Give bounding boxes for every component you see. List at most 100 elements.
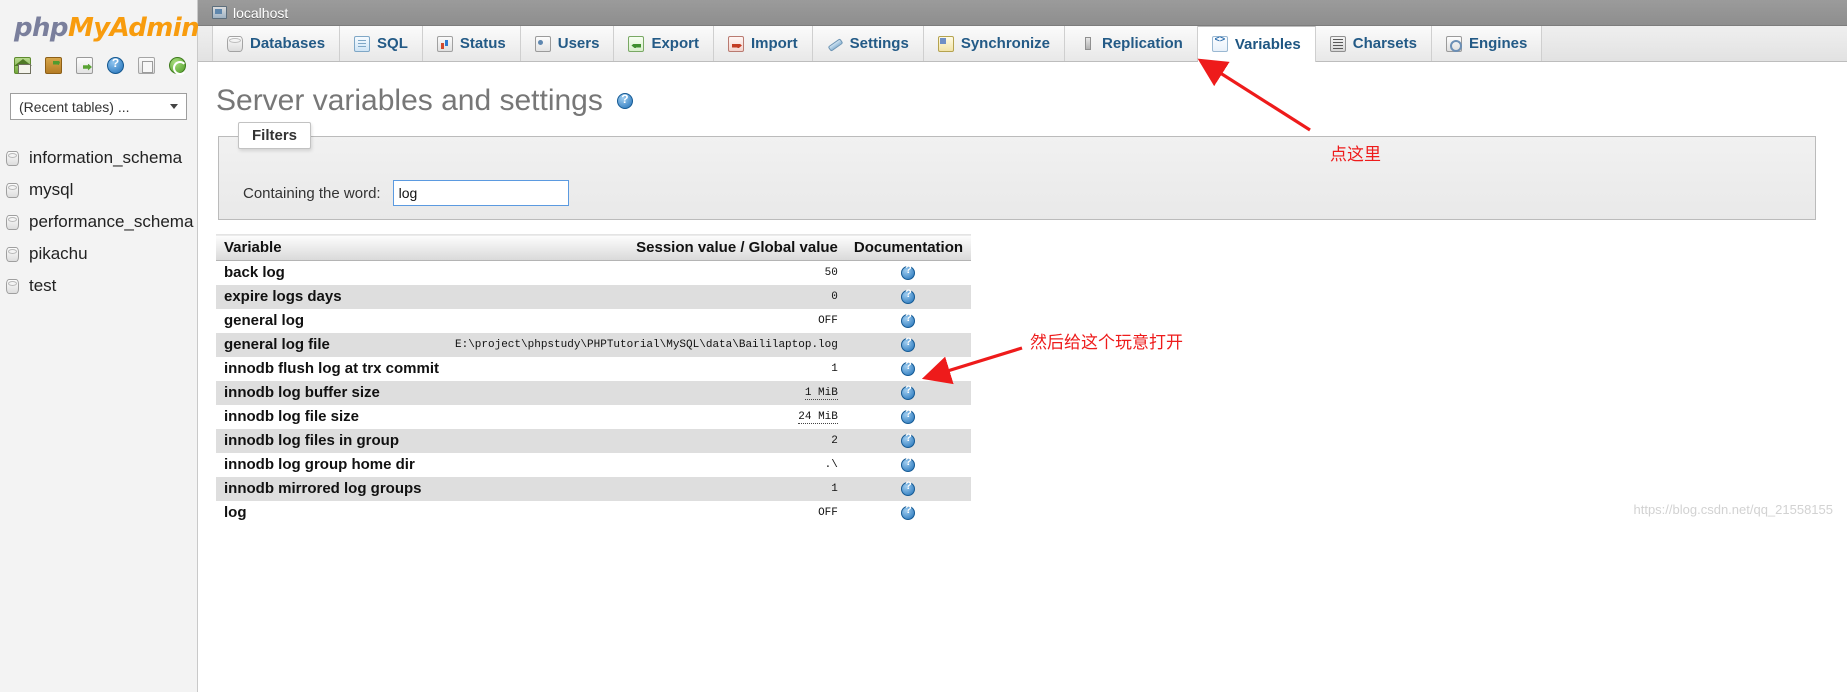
- help-icon[interactable]: [107, 56, 124, 74]
- column-header-documentation[interactable]: Documentation: [845, 234, 972, 261]
- table-row[interactable]: innodb log files in group 2: [216, 428, 972, 453]
- tab-label: Users: [557, 35, 600, 52]
- doc-help-icon[interactable]: [901, 288, 916, 305]
- table-row[interactable]: innodb flush log at trx commit 1: [216, 356, 972, 381]
- help-icon[interactable]: [616, 92, 633, 109]
- export-icon: [628, 35, 645, 52]
- variable-value: 24 MiB: [447, 404, 846, 429]
- documentation-cell: [845, 356, 972, 381]
- doc-help-icon[interactable]: [901, 408, 916, 425]
- documentation-cell: [845, 428, 972, 453]
- tab-label: Export: [651, 35, 699, 52]
- tab-export[interactable]: Export: [614, 26, 714, 61]
- phpmyadmin-window: phpMyAdmin (Recent tables) ... informati…: [0, 0, 1847, 692]
- table-row[interactable]: innodb log group home dir .\: [216, 452, 972, 477]
- documentation-cell: [845, 332, 972, 357]
- containing-word-label: Containing the word:: [243, 184, 381, 202]
- server-bar: localhost: [198, 0, 1847, 26]
- sidebar-icon-bar: [14, 55, 197, 75]
- home-icon[interactable]: [14, 56, 32, 74]
- variable-name: innodb log group home dir: [216, 452, 447, 477]
- chevron-down-icon: [170, 104, 178, 109]
- containing-word-input[interactable]: [392, 180, 569, 206]
- doc-help-icon[interactable]: [901, 456, 916, 473]
- variable-value: 1: [447, 476, 846, 501]
- variable-name: general log file: [216, 332, 447, 357]
- documentation-cell: [845, 476, 972, 501]
- column-header-value[interactable]: Session value / Global value: [447, 234, 846, 261]
- tab-status[interactable]: Status: [422, 26, 521, 61]
- tab-label: Status: [459, 35, 506, 52]
- table-header-row: Variable Session value / Global value Do…: [216, 234, 972, 261]
- page-title-text: Server variables and settings: [216, 84, 603, 117]
- variable-value-link[interactable]: 1 MiB: [804, 386, 838, 400]
- doc-help-icon[interactable]: [901, 432, 916, 449]
- tab-label: Databases: [250, 35, 326, 52]
- variable-name: expire logs days: [216, 284, 447, 309]
- main-tab-bar: Databases SQL Status Users Export Import: [198, 26, 1847, 62]
- list-item[interactable]: information_schema: [0, 142, 197, 174]
- tab-label: Variables: [1234, 35, 1301, 53]
- variable-value-link[interactable]: 24 MiB: [798, 410, 838, 424]
- database-icon: [6, 182, 19, 198]
- tab-settings[interactable]: Settings: [812, 26, 924, 61]
- logout-icon[interactable]: [45, 56, 62, 74]
- reload-icon[interactable]: [169, 56, 187, 75]
- list-item[interactable]: test: [0, 270, 197, 302]
- variable-value: 2: [447, 428, 846, 453]
- annotation-note-2: 然后给这个玩意打开: [1030, 333, 1183, 353]
- tab-import[interactable]: Import: [713, 26, 813, 61]
- server-icon: [212, 6, 227, 19]
- content-area: Server variables and settings Filters Co…: [198, 84, 1847, 525]
- status-icon: [436, 35, 453, 52]
- table-row[interactable]: back log 50: [216, 260, 972, 285]
- engines-icon: [1445, 35, 1462, 52]
- doc-help-icon[interactable]: [901, 504, 916, 521]
- filters-fieldset: Filters Containing the word:: [218, 122, 1847, 220]
- doc-help-icon[interactable]: [901, 360, 916, 377]
- server-variables-table: Variable Session value / Global value Do…: [216, 234, 972, 525]
- variable-value: .\: [447, 452, 846, 477]
- export-doc-icon[interactable]: [76, 56, 93, 74]
- documentation-cell: [845, 284, 972, 309]
- tab-sql[interactable]: SQL: [340, 26, 423, 61]
- list-item[interactable]: performance_schema: [0, 206, 197, 238]
- table-row[interactable]: innodb log file size 24 MiB: [216, 404, 972, 429]
- tab-synchronize[interactable]: Synchronize: [923, 26, 1065, 61]
- recent-tables-select[interactable]: (Recent tables) ...: [10, 93, 187, 120]
- documentation-cell: [845, 404, 972, 429]
- server-label: localhost: [233, 4, 289, 21]
- documentation-cell: [845, 452, 972, 477]
- column-header-variable[interactable]: Variable: [216, 234, 447, 261]
- table-row[interactable]: general log OFF: [216, 308, 972, 333]
- annotation-note-1: 点这里: [1330, 145, 1381, 165]
- tab-charsets[interactable]: Charsets: [1315, 26, 1432, 61]
- variable-value: OFF: [447, 308, 846, 333]
- list-item[interactable]: pikachu: [0, 238, 197, 270]
- phpmyadmin-logo[interactable]: phpMyAdmin: [14, 13, 200, 43]
- tab-replication[interactable]: Replication: [1065, 26, 1198, 61]
- table-row[interactable]: innodb mirrored log groups 1: [216, 476, 972, 501]
- variable-name: innodb mirrored log groups: [216, 476, 447, 501]
- copy-icon[interactable]: [138, 56, 155, 74]
- doc-help-icon[interactable]: [901, 384, 916, 401]
- tab-users[interactable]: Users: [520, 26, 615, 61]
- table-row[interactable]: general log file E:\project\phpstudy\PHP…: [216, 332, 972, 357]
- table-row[interactable]: expire logs days 0: [216, 284, 972, 309]
- tab-databases[interactable]: Databases: [212, 26, 341, 61]
- tab-engines[interactable]: Engines: [1431, 26, 1543, 61]
- variable-name: back log: [216, 260, 447, 285]
- table-row[interactable]: innodb log buffer size 1 MiB: [216, 380, 972, 405]
- table-row[interactable]: log OFF: [216, 500, 972, 525]
- tab-label: Settings: [849, 35, 909, 52]
- doc-help-icon[interactable]: [901, 336, 916, 353]
- doc-help-icon[interactable]: [901, 264, 916, 281]
- tab-variables[interactable]: Variables: [1197, 26, 1316, 62]
- list-item[interactable]: mysql: [0, 174, 197, 206]
- page-title: Server variables and settings: [216, 84, 1847, 118]
- doc-help-icon[interactable]: [901, 480, 916, 497]
- database-name: information_schema: [29, 148, 183, 167]
- database-name: performance_schema: [29, 212, 194, 231]
- doc-help-icon[interactable]: [901, 312, 916, 329]
- main-panel: localhost Databases SQL Status Users Exp…: [198, 0, 1847, 692]
